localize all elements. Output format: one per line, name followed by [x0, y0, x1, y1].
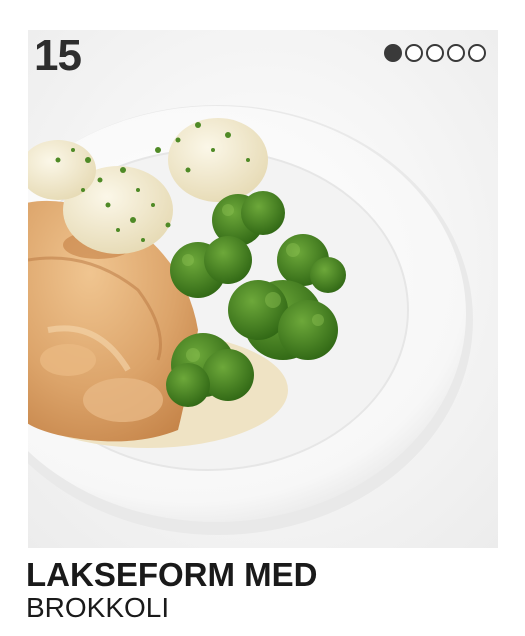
dish-subtitle: BROKKOLI [26, 592, 170, 623]
dish-photo[interactable]: 15 [28, 30, 498, 548]
dish-number: 15 [34, 31, 82, 80]
rating-dot-5[interactable] [468, 44, 486, 62]
rating-dot-2[interactable] [405, 44, 423, 62]
food-photo [28, 30, 498, 548]
rating-dot-3[interactable] [426, 44, 444, 62]
rating-indicator[interactable] [384, 44, 486, 62]
dish-title: LAKSEFORM MED [26, 556, 318, 593]
dish-card[interactable]: 15 LAKSEFORM MED BROKKOLI [0, 0, 525, 636]
rating-dot-4[interactable] [447, 44, 465, 62]
rating-dot-1[interactable] [384, 44, 402, 62]
